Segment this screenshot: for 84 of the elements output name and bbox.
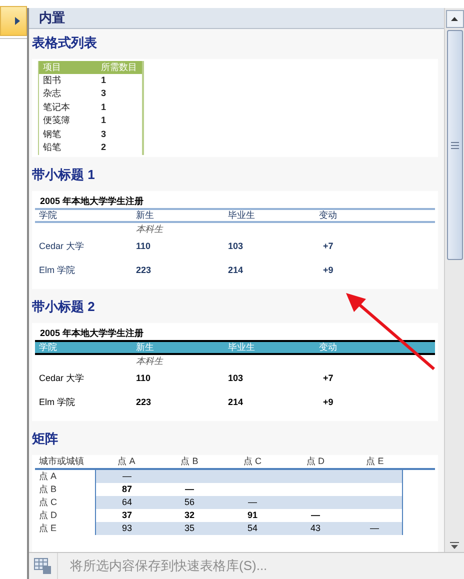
row-header: 点 C	[38, 496, 58, 508]
table-cell-text: +7	[322, 372, 334, 385]
subheading-label: 本科生	[135, 354, 163, 368]
table-cell: 87	[95, 482, 158, 496]
column-header: 项目	[42, 60, 62, 74]
table-cell-text: 214	[227, 396, 244, 409]
table-cell: 54	[221, 522, 284, 534]
row-header: 点 E	[38, 522, 58, 534]
column-header: 点 D	[306, 454, 326, 468]
table-cell: 91	[221, 508, 284, 522]
table-cell: 32	[158, 508, 221, 522]
table-cell-text: 铅笔	[42, 141, 62, 154]
table-cell-text: 110	[135, 372, 152, 385]
table-cell: 43	[284, 522, 347, 534]
section-title: 矩阵	[32, 430, 59, 446]
column-header: 变动	[318, 340, 338, 354]
table-cell: 93	[95, 522, 158, 534]
row-header: 点 D	[38, 508, 58, 522]
table-cell-text: 3	[100, 87, 106, 100]
table-cell: 64	[95, 496, 158, 508]
table-cell-text: 103	[227, 372, 244, 385]
table-cell-text: 223	[135, 396, 152, 409]
table-cell: 37	[95, 508, 158, 522]
table-cell-text: +9	[322, 396, 334, 409]
section-title: 带小标题 1	[32, 166, 96, 182]
column-header: 点 A	[116, 454, 136, 468]
table-preview[interactable]: 2005 年本地大学学生注册 学院 新生 毕业生 变动 本科生 Cedar 大学 110 103 +7 Elm 学院 223 214 +9	[32, 322, 438, 420]
table-cell-text: +9	[322, 264, 334, 277]
table-cell-text: 2	[100, 141, 106, 154]
column-header: 新生	[135, 208, 155, 222]
scroll-up-button[interactable]	[446, 10, 464, 28]
column-header: 毕业生	[227, 340, 256, 354]
scroll-down-icon[interactable]	[450, 542, 459, 550]
column-header: 点 E	[365, 454, 385, 468]
table-cell-text: 1	[100, 74, 106, 87]
table-cell-text: Cedar 大学	[38, 240, 86, 253]
table-cell: —	[347, 522, 403, 534]
menu-item[interactable]	[0, 6, 27, 36]
table-preview[interactable]: 城市或城镇 点 A 点 B 点 C 点 D 点 E 点 A — 点 B 87 — 点 C 64 56 — 点 D 37 32 91 — 点 E 93 35 54 43 —	[32, 454, 438, 552]
table-cell-text: 杂志	[42, 87, 62, 100]
header-label: 内置	[39, 9, 65, 27]
table-cell-text: 1	[100, 100, 106, 114]
table-cell-text: 223	[135, 264, 152, 277]
table-preview[interactable]: 项目 所需数目 图书 1 杂志 3 笔记本 1 便笺簿 1 钢笔 3 铅笔 2	[32, 58, 438, 156]
table-cell-text: 110	[135, 240, 152, 253]
table-cell: —	[221, 496, 284, 508]
table-cell-text: Elm 学院	[38, 264, 76, 277]
section-title: 带小标题 2	[32, 298, 96, 314]
table-caption: 2005 年本地大学学生注册	[40, 194, 145, 208]
scrollbar[interactable]	[444, 8, 464, 552]
table-cell-text: 笔记本	[42, 100, 71, 114]
column-header: 点 B	[180, 454, 200, 468]
table-cell-text: +7	[322, 240, 334, 253]
section-title: 表格式列表	[32, 34, 98, 50]
column-header: 学院	[38, 208, 58, 222]
column-header: 毕业生	[227, 208, 256, 222]
table-cell-text: 便笺簿	[42, 114, 71, 128]
table-cell-text: 3	[100, 128, 106, 141]
column-header: 所需数目	[100, 60, 137, 74]
caret-icon	[15, 17, 20, 25]
table-cell: 56	[158, 496, 221, 508]
table-cell-text: 214	[227, 264, 244, 277]
column-header: 城市或城镇	[38, 454, 85, 468]
table-cell-text: 图书	[42, 74, 62, 87]
row-header: 点 A	[38, 470, 58, 482]
table-cell-text: 钢笔	[42, 128, 62, 141]
column-header: 学院	[38, 340, 58, 354]
table-cell-text: Cedar 大学	[38, 372, 86, 385]
table-cell-text: Elm 学院	[38, 396, 76, 409]
table-preview[interactable]: 2005 年本地大学学生注册 学院 新生 毕业生 变动 本科生 Cedar 大学 110 103 +7 Elm 学院 223 214 +9	[32, 190, 438, 288]
column-header: 点 C	[242, 454, 262, 468]
table-caption: 2005 年本地大学学生注册	[40, 326, 145, 340]
table-save-icon	[34, 558, 51, 574]
row-header: 点 B	[38, 482, 58, 496]
column-header: 变动	[318, 208, 338, 222]
table-cell-text: 1	[100, 114, 106, 128]
table-cell: —	[95, 470, 158, 482]
table-cell: 35	[158, 522, 221, 534]
grip-icon	[450, 142, 458, 148]
table-cell-text: 103	[227, 240, 244, 253]
up-arrow-icon	[451, 17, 458, 21]
scroll-thumb[interactable]	[446, 30, 462, 260]
column-header: 新生	[135, 340, 155, 354]
subheading-label: 本科生	[135, 222, 163, 236]
